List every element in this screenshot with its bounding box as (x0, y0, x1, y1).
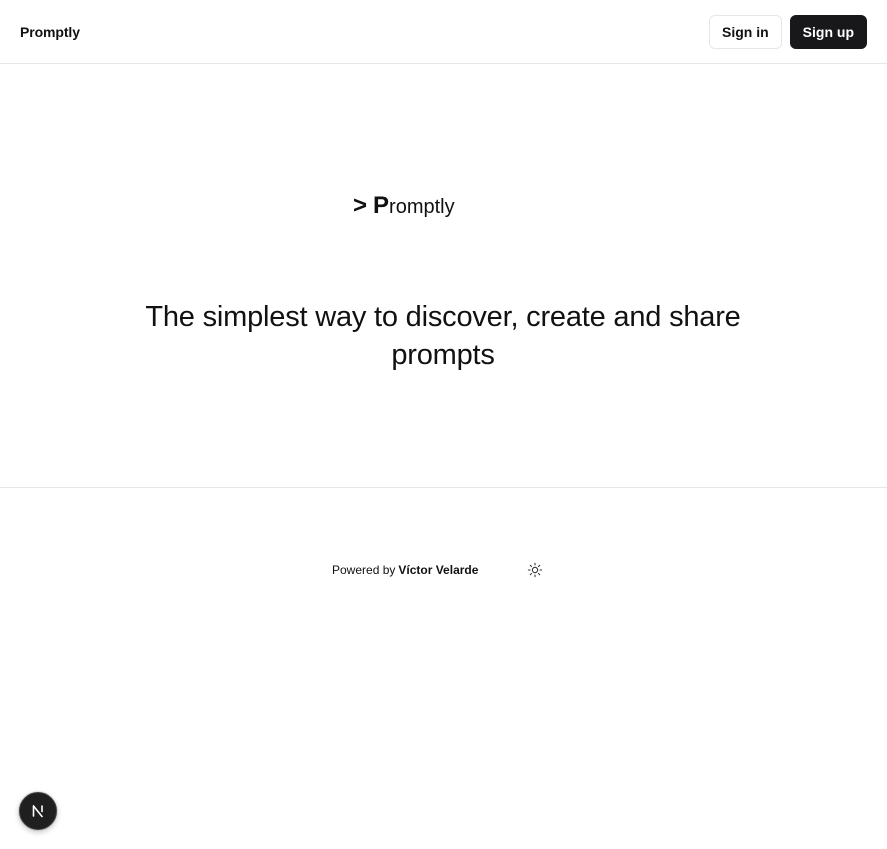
hero-section: > P romptly The simplest way to discover… (0, 64, 887, 488)
auth-actions: Sign in Sign up (709, 14, 867, 49)
page: Promptly Sign in Sign up > P romptly The… (0, 0, 887, 849)
brand-link[interactable]: Promptly (20, 24, 80, 40)
sun-icon (527, 562, 543, 578)
sign-up-button[interactable]: Sign up (789, 14, 867, 49)
theme-toggle-button[interactable] (526, 561, 544, 579)
hero-tagline: The simplest way to discover, create and… (145, 301, 741, 371)
logo-rest: romptly (389, 196, 455, 218)
powered-by-label: Powered by (332, 563, 396, 577)
top-nav: Promptly Sign in Sign up (0, 0, 887, 64)
author-link[interactable]: Víctor Velarde (398, 563, 478, 577)
hero-logo: > P romptly (353, 192, 455, 220)
sign-in-button[interactable]: Sign in (709, 14, 782, 49)
dev-tools-badge[interactable] (19, 792, 57, 830)
logo-initial: P (373, 192, 390, 219)
footer-credit: Powered by Víctor Velarde (332, 559, 478, 581)
n-logo-icon (32, 805, 43, 818)
logo-prompt-char: > (353, 192, 368, 219)
